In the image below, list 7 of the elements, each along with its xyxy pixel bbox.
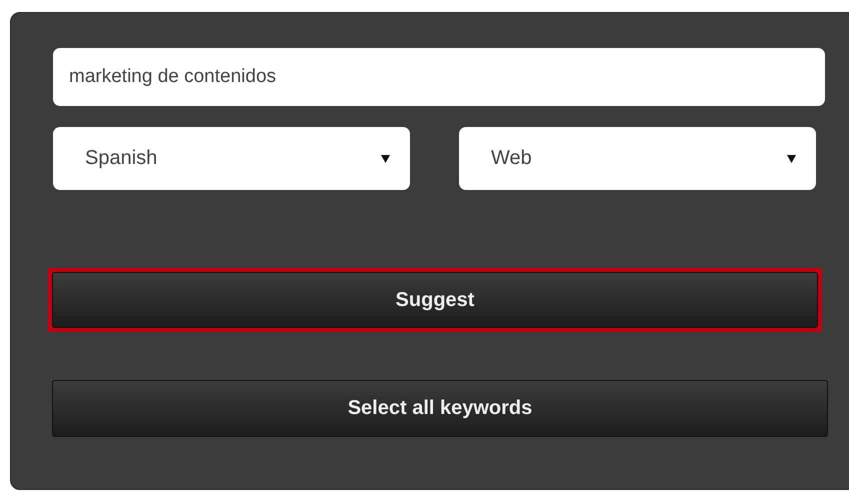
dropdown[interactable]: Spanish	[53, 127, 410, 190]
search-field[interactable]: marketing de contenidos	[53, 48, 825, 106]
caret-icon	[381, 154, 390, 162]
action-button[interactable]: Suggest	[52, 272, 818, 328]
dropdown[interactable]: Web	[459, 127, 816, 190]
caret-icon	[787, 154, 796, 162]
action-button[interactable]: Select all keywords	[52, 380, 828, 437]
